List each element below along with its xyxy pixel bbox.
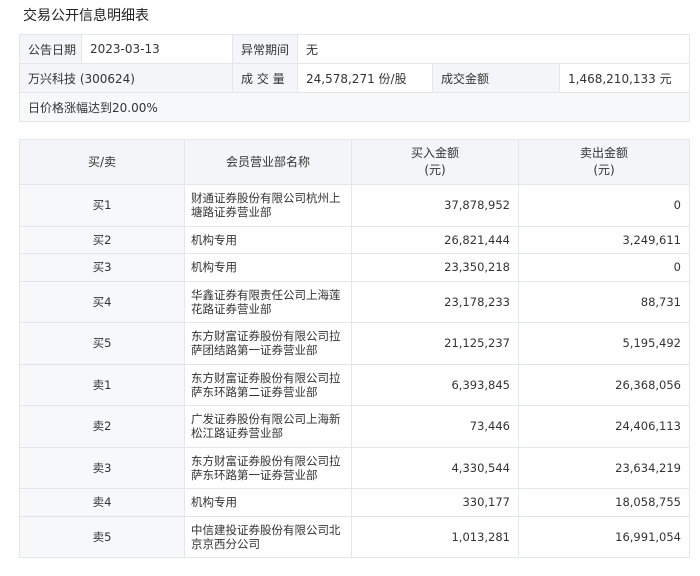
row-buy: 21,125,237: [351, 322, 519, 365]
row-sell: 23,634,219: [518, 446, 690, 489]
table-row: 卖2 广发证券股份有限公司上海新松江路证券营业部 73,446 24,406,1…: [19, 405, 690, 448]
table-row: 买4 华鑫证券有限责任公司上海莲花路证券营业部 23,178,233 88,73…: [19, 280, 690, 323]
period-value: 无: [297, 34, 690, 64]
row-name: 财通证券股份有限公司杭州上塘路证券营业部: [184, 184, 352, 227]
row-buy: 37,878,952: [351, 184, 519, 227]
row-type: 买3: [19, 253, 185, 282]
date-value: 2023-03-13: [81, 34, 233, 64]
row-sell: 0: [518, 253, 690, 282]
page-title: 交易公开信息明细表: [23, 8, 149, 24]
row-sell: 5,195,492: [518, 322, 690, 365]
stock-name: 万兴科技 (300624): [19, 63, 233, 93]
table-row: 卖4 机构专用 330,177 18,058,755: [19, 488, 690, 517]
row-type: 卖4: [19, 488, 185, 517]
row-sell: 16,991,054: [518, 515, 690, 558]
row-buy: 23,178,233: [351, 280, 519, 323]
row-name: 华鑫证券有限责任公司上海莲花路证券营业部: [184, 280, 352, 323]
period-label: 异常期间: [232, 34, 298, 64]
detail-table: 买/卖 会员营业部名称 买入金额 (元) 卖出金额 (元) 买1 财通证券股份有限公…: [19, 139, 690, 558]
row-name: 机构专用: [184, 488, 352, 517]
row-sell: 0: [518, 184, 690, 227]
row-sell: 88,731: [518, 280, 690, 323]
row-buy: 4,330,544: [351, 446, 519, 489]
date-label: 公告日期: [19, 34, 82, 64]
header-buy-line2: (元): [424, 163, 446, 177]
row-type: 买2: [19, 225, 185, 254]
row-buy: 73,446: [351, 405, 519, 448]
row-type: 买1: [19, 184, 185, 227]
header-buy-line1: 买入金额: [410, 146, 459, 160]
table-row: 卖1 东方财富证券股份有限公司拉萨东环路第二证券营业部 6,393,845 26…: [19, 363, 690, 406]
row-sell: 24,406,113: [518, 405, 690, 448]
header-sell-line1: 卖出金额: [579, 146, 628, 160]
amount-label: 成交金额: [432, 63, 560, 93]
row-buy: 330,177: [351, 488, 519, 517]
reason-text: 日价格涨幅达到20.00%: [19, 92, 690, 122]
row-name: 广发证券股份有限公司上海新松江路证券营业部: [184, 405, 352, 448]
row-type: 卖1: [19, 363, 185, 406]
summary-row-date: 公告日期 2023-03-13 异常期间 无: [19, 34, 690, 64]
header-sell-line2: (元): [593, 163, 615, 177]
table-row: 卖3 东方财富证券股份有限公司拉萨东环路第一证券营业部 4,330,544 23…: [19, 446, 690, 489]
row-type: 买5: [19, 322, 185, 365]
row-name: 东方财富证券股份有限公司拉萨东环路第二证券营业部: [184, 363, 352, 406]
table-row: 买2 机构专用 26,821,444 3,249,611: [19, 225, 690, 254]
summary-table: 公告日期 2023-03-13 异常期间 无 万兴科技 (300624) 成 交…: [19, 34, 690, 122]
row-name: 东方财富证券股份有限公司拉萨团结路第一证券营业部: [184, 322, 352, 365]
table-row: 买1 财通证券股份有限公司杭州上塘路证券营业部 37,878,952 0: [19, 184, 690, 227]
row-buy: 23,350,218: [351, 253, 519, 282]
volume-label: 成 交 量: [232, 63, 298, 93]
table-row: 买3 机构专用 23,350,218 0: [19, 253, 690, 282]
detail-header-row: 买/卖 会员营业部名称 买入金额 (元) 卖出金额 (元): [19, 139, 690, 185]
row-type: 卖3: [19, 446, 185, 489]
row-buy: 6,393,845: [351, 363, 519, 406]
row-name: 中信建投证券股份有限公司北京京西分公司: [184, 515, 352, 558]
table-row: 卖5 中信建投证券股份有限公司北京京西分公司 1,013,281 16,991,…: [19, 515, 690, 558]
row-type: 卖2: [19, 405, 185, 448]
row-sell: 26,368,056: [518, 363, 690, 406]
row-type: 买4: [19, 280, 185, 323]
row-buy: 1,013,281: [351, 515, 519, 558]
header-name: 会员营业部名称: [184, 139, 352, 185]
summary-row-reason: 日价格涨幅达到20.00%: [19, 92, 690, 122]
amount-value: 1,468,210,133 元: [559, 63, 690, 93]
row-sell: 3,249,611: [518, 225, 690, 254]
header-type: 买/卖: [19, 139, 185, 185]
row-name: 机构专用: [184, 253, 352, 282]
row-buy: 26,821,444: [351, 225, 519, 254]
row-sell: 18,058,755: [518, 488, 690, 517]
row-name: 东方财富证券股份有限公司拉萨东环路第一证券营业部: [184, 446, 352, 489]
header-sell: 卖出金额 (元): [518, 139, 690, 185]
row-name: 机构专用: [184, 225, 352, 254]
summary-row-trade: 万兴科技 (300624) 成 交 量 24,578,271 份/股 成交金额 …: [19, 63, 690, 93]
header-buy: 买入金额 (元): [351, 139, 519, 185]
volume-value: 24,578,271 份/股: [297, 63, 433, 93]
row-type: 卖5: [19, 515, 185, 558]
trade-disclosure-page: 交易公开信息明细表 公告日期 2023-03-13 异常期间 无 万兴科技 (3…: [0, 0, 700, 576]
table-row: 买5 东方财富证券股份有限公司拉萨团结路第一证券营业部 21,125,237 5…: [19, 322, 690, 365]
